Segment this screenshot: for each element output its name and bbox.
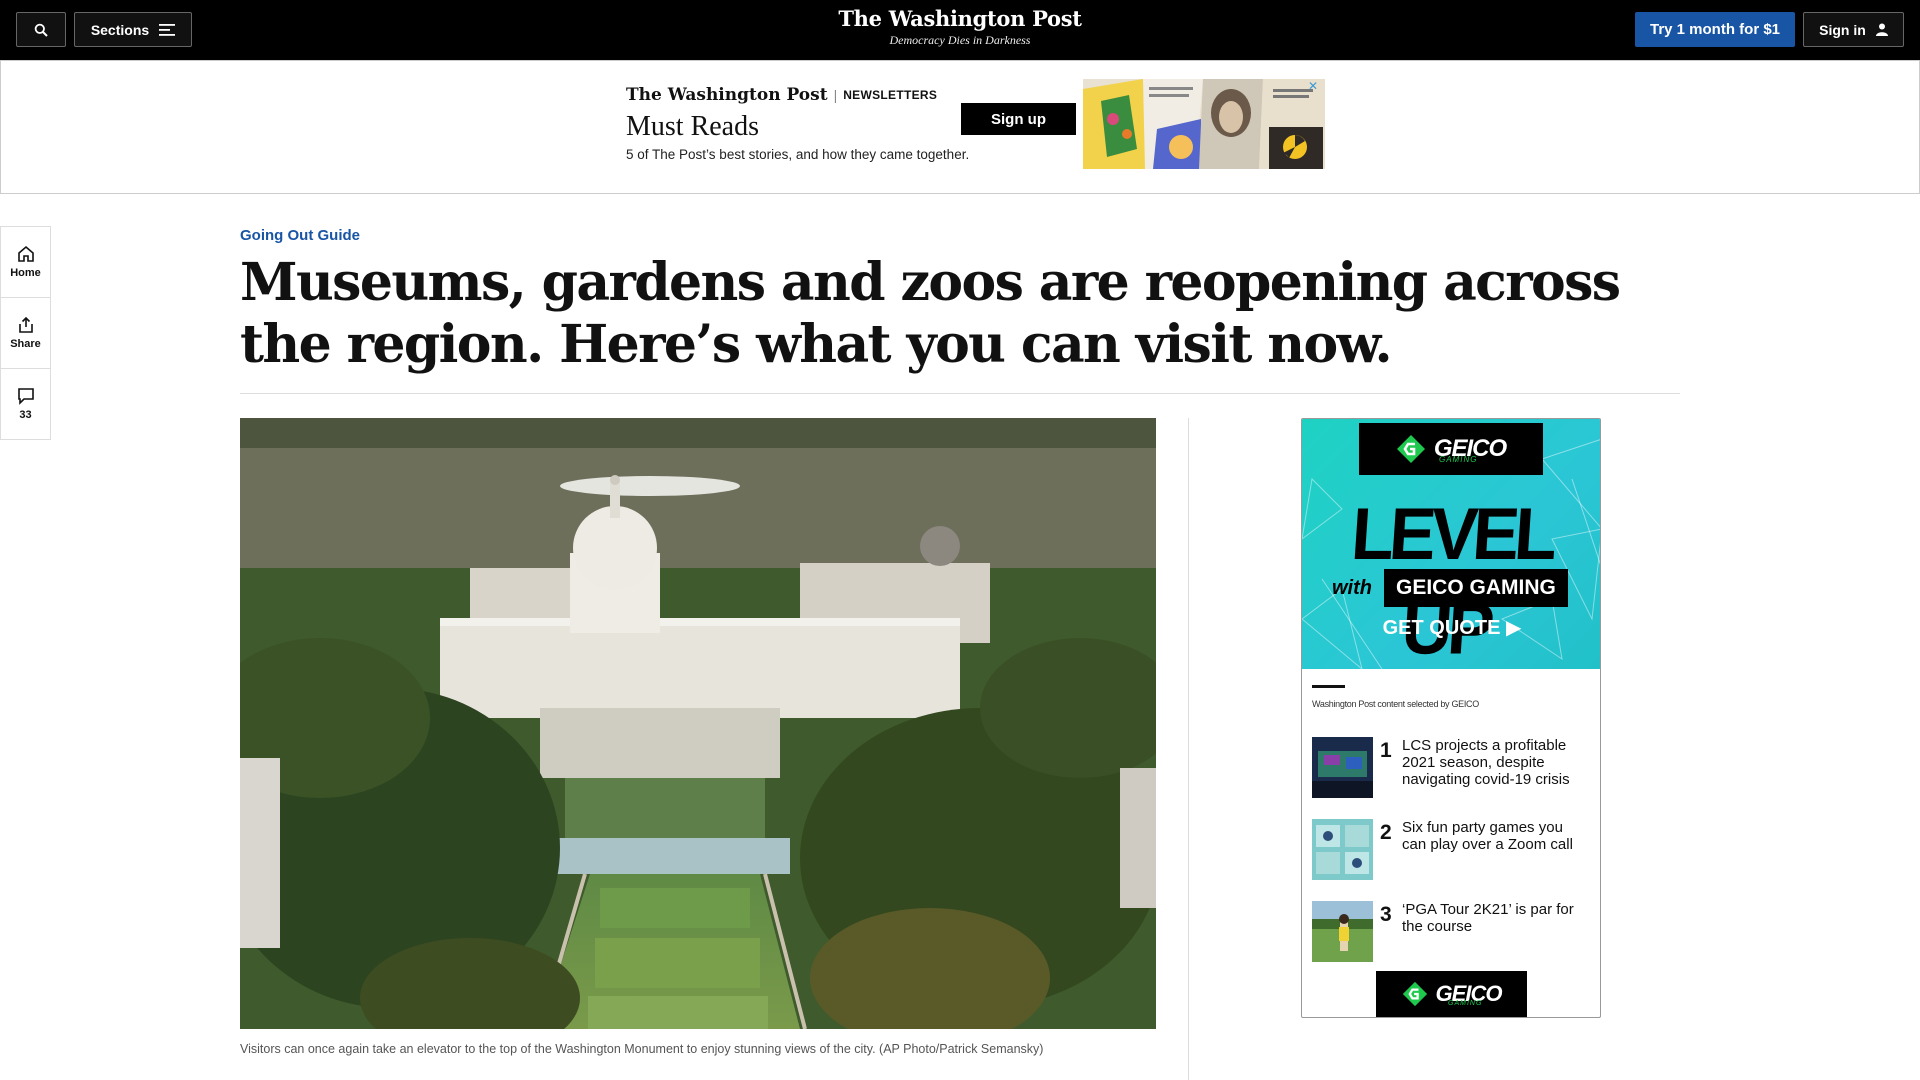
- subscribe-button[interactable]: Try 1 month for $1: [1635, 12, 1795, 47]
- list-item[interactable]: 2 Six fun party games you can play over …: [1312, 819, 1592, 881]
- geico-gecko-icon: [1396, 435, 1425, 463]
- logo-wordmark: The Washington Post: [838, 6, 1082, 31]
- geico-sidebar-ad[interactable]: GEICO GAMING LEVEL UP with GEICO GAMING …: [1301, 418, 1601, 1018]
- comment-icon: [17, 388, 34, 405]
- photo-caption: Visitors can once again take an elevator…: [240, 1042, 1044, 1056]
- section-kicker[interactable]: Going Out Guide: [240, 227, 360, 244]
- item-thumbnail: [1312, 737, 1373, 798]
- section-dash: [1312, 685, 1345, 688]
- item-thumbnail: [1312, 819, 1373, 880]
- list-item[interactable]: 3 ‘PGA Tour 2K21’ is par for the course: [1312, 901, 1592, 963]
- sign-in-button[interactable]: Sign in: [1803, 12, 1904, 47]
- home-icon: [17, 245, 34, 262]
- get-quote-button[interactable]: GET QUOTE ▶: [1302, 615, 1600, 640]
- item-number: 2: [1380, 821, 1392, 844]
- newsletter-title: Must Reads: [626, 111, 759, 142]
- newsletter-signup-button[interactable]: Sign up: [961, 103, 1076, 135]
- newsletter-category: NEWSLETTERS: [843, 88, 938, 102]
- item-headline[interactable]: Six fun party games you can play over a …: [1402, 819, 1587, 853]
- sections-button[interactable]: Sections: [74, 12, 192, 47]
- comment-count: 33: [19, 409, 32, 421]
- home-rail-button[interactable]: Home: [0, 226, 51, 298]
- home-label: Home: [10, 267, 41, 279]
- search-icon: [34, 23, 48, 37]
- sign-in-label: Sign in: [1819, 21, 1866, 38]
- top-ad-band: The Washington Post | NEWSLETTERS Must R…: [0, 60, 1920, 194]
- item-number: 1: [1380, 739, 1392, 762]
- share-icon: [18, 316, 33, 333]
- item-number: 3: [1380, 903, 1392, 926]
- share-rail-button[interactable]: Share: [0, 297, 51, 369]
- newsletter-brand-logo: The Washington Post: [626, 85, 828, 105]
- geico-footer-logo[interactable]: GEICO GAMING: [1376, 971, 1527, 1017]
- newsletter-description: 5 of The Post’s best stories, and how th…: [626, 147, 970, 162]
- newsletter-ad[interactable]: The Washington Post | NEWSLETTERS Must R…: [626, 79, 1326, 169]
- sponsored-note: Washington Post content selected by GEIC…: [1312, 699, 1479, 709]
- geico-gecko-icon: [1402, 981, 1427, 1007]
- geico-footer-sub: GAMING: [1448, 1000, 1483, 1007]
- logo-tagline: Democracy Dies in Darkness: [889, 33, 1031, 47]
- level-up-headline: LEVEL UP: [1348, 493, 1556, 669]
- left-utility-rail: Home Share 33: [0, 226, 51, 440]
- with-label: with: [1332, 576, 1372, 599]
- item-headline[interactable]: ‘PGA Tour 2K21’ is par for the course: [1402, 901, 1587, 935]
- newsletter-collage-image: [1083, 79, 1325, 169]
- newsletter-brand: The Washington Post | NEWSLETTERS: [626, 85, 937, 105]
- geico-ad-hero[interactable]: GEICO GAMING LEVEL UP with GEICO GAMING …: [1302, 419, 1600, 669]
- site-logo[interactable]: The Washington Post Democracy Dies in Da…: [760, 6, 1160, 48]
- headline-divider: [240, 393, 1680, 394]
- comments-rail-button[interactable]: 33: [0, 368, 51, 440]
- geico-logo-sub: GAMING: [1439, 455, 1478, 464]
- item-thumbnail: [1312, 901, 1373, 962]
- article-headline: Museums, gardens and zoos are reopening …: [240, 252, 1621, 375]
- column-divider: [1188, 418, 1189, 1080]
- search-button[interactable]: [16, 12, 66, 47]
- geico-gaming-label: GEICO GAMING: [1384, 569, 1568, 607]
- user-icon: [1875, 23, 1888, 36]
- sections-label: Sections: [90, 21, 150, 38]
- top-navigation-bar: Sections The Washington Post Democracy D…: [0, 0, 1920, 60]
- lead-photo: [240, 418, 1156, 1029]
- hamburger-menu-icon: [159, 23, 176, 36]
- item-headline[interactable]: LCS projects a profitable 2021 season, d…: [1402, 737, 1587, 788]
- list-item[interactable]: 1 LCS projects a profitable 2021 season,…: [1312, 737, 1592, 799]
- geico-logo: GEICO GAMING: [1359, 423, 1543, 475]
- share-label: Share: [10, 338, 41, 350]
- ad-close-icon[interactable]: ✕: [1306, 79, 1320, 93]
- brand-divider: |: [833, 87, 838, 103]
- geico-gaming-tagline: with GEICO GAMING: [1332, 569, 1577, 607]
- geico-content-list: Washington Post content selected by GEIC…: [1302, 669, 1600, 1017]
